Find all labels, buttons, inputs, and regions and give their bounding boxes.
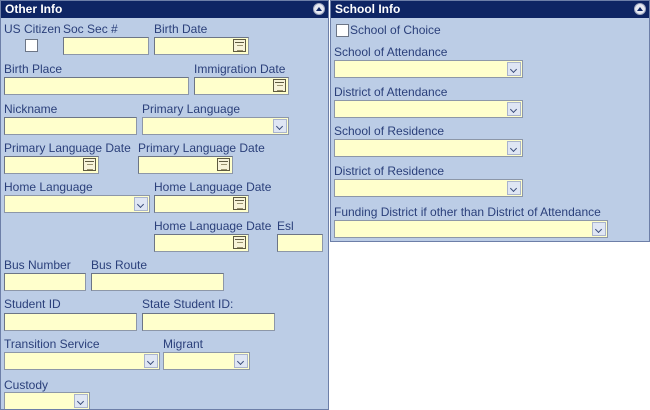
calendar-icon[interactable] [273,79,286,92]
district-of-residence-label: District of Residence [334,164,445,178]
bus-route-label: Bus Route [91,258,148,272]
chevron-down-icon[interactable] [507,141,521,155]
school-of-choice-checkbox[interactable] [336,24,349,37]
transition-service-select[interactable] [4,352,160,370]
primary-language-select[interactable] [142,117,289,135]
district-of-residence-select[interactable] [334,179,523,197]
school-of-residence-label: School of Residence [334,124,445,138]
primary-language-date-label: Primary Language Date [4,141,131,155]
chevron-down-icon[interactable] [74,394,88,408]
collapse-icon[interactable] [634,3,646,15]
calendar-icon[interactable] [233,236,246,249]
school-info-panel: School Info School of Choice School of A… [330,0,650,242]
esl-input[interactable] [277,234,323,252]
calendar-icon[interactable] [233,197,246,210]
funding-district-select[interactable] [334,220,608,238]
chevron-down-icon[interactable] [507,181,521,195]
school-of-attendance-label: School of Attendance [334,45,448,59]
soc-sec-label: Soc Sec # [63,22,118,36]
student-id-label: Student ID [4,297,61,311]
nickname-label: Nickname [4,102,58,116]
migrant-select[interactable] [163,352,250,370]
chevron-down-icon[interactable] [234,354,248,368]
immigration-date-input[interactable] [194,77,289,95]
us-citizen-checkbox[interactable] [25,39,38,52]
student-id-input[interactable] [4,313,137,331]
home-language-select[interactable] [4,195,150,213]
school-info-title: School Info [335,2,401,16]
home-language-date-input[interactable] [154,195,249,213]
home-language-label: Home Language [4,180,93,194]
collapse-icon[interactable] [313,3,325,15]
other-info-title: Other Info [5,2,63,16]
calendar-icon[interactable] [233,39,246,52]
home-language-date-2-input[interactable] [154,234,249,252]
school-of-choice-label: School of Choice [350,23,441,37]
primary-language-date-2-input[interactable] [138,156,233,174]
birth-place-label: Birth Place [4,62,63,76]
esl-label: Esl [277,219,294,233]
chevron-down-icon[interactable] [507,62,521,76]
custody-label: Custody [4,378,49,392]
calendar-icon[interactable] [217,158,230,171]
school-of-attendance-select[interactable] [334,60,523,78]
migrant-label: Migrant [163,337,204,351]
birth-date-label: Birth Date [154,22,208,36]
other-info-header: Other Info [1,1,328,18]
calendar-icon[interactable] [83,158,96,171]
soc-sec-input[interactable] [63,37,149,55]
primary-language-date-input[interactable] [4,156,99,174]
primary-language-label: Primary Language [142,102,241,116]
district-of-attendance-label: District of Attendance [334,85,448,99]
other-info-panel: Other Info US Citizen Soc Sec # Birth Da… [0,0,329,410]
state-student-id-input[interactable] [142,313,275,331]
chevron-down-icon[interactable] [273,119,287,133]
funding-district-label: Funding District if other than District … [334,205,601,219]
district-of-attendance-select[interactable] [334,100,523,118]
school-info-header: School Info [331,1,649,18]
chevron-down-icon[interactable] [144,354,158,368]
nickname-input[interactable] [4,117,137,135]
bus-number-input[interactable] [4,273,86,291]
chevron-down-icon[interactable] [592,222,606,236]
primary-language-date-2-label: Primary Language Date [138,141,265,155]
chevron-down-icon[interactable] [507,102,521,116]
birth-place-input[interactable] [4,77,189,95]
birth-date-input[interactable] [154,37,249,55]
school-of-residence-select[interactable] [334,139,523,157]
bus-number-label: Bus Number [4,258,71,272]
home-language-date-2-label: Home Language Date [154,219,272,233]
chevron-down-icon[interactable] [134,197,148,211]
custody-select[interactable] [4,392,90,409]
immigration-date-label: Immigration Date [194,62,286,76]
bus-route-input[interactable] [91,273,224,291]
us-citizen-label: US Citizen [4,22,61,36]
home-language-date-label: Home Language Date [154,180,272,194]
transition-service-label: Transition Service [4,337,100,351]
state-student-id-label: State Student ID: [142,297,234,311]
